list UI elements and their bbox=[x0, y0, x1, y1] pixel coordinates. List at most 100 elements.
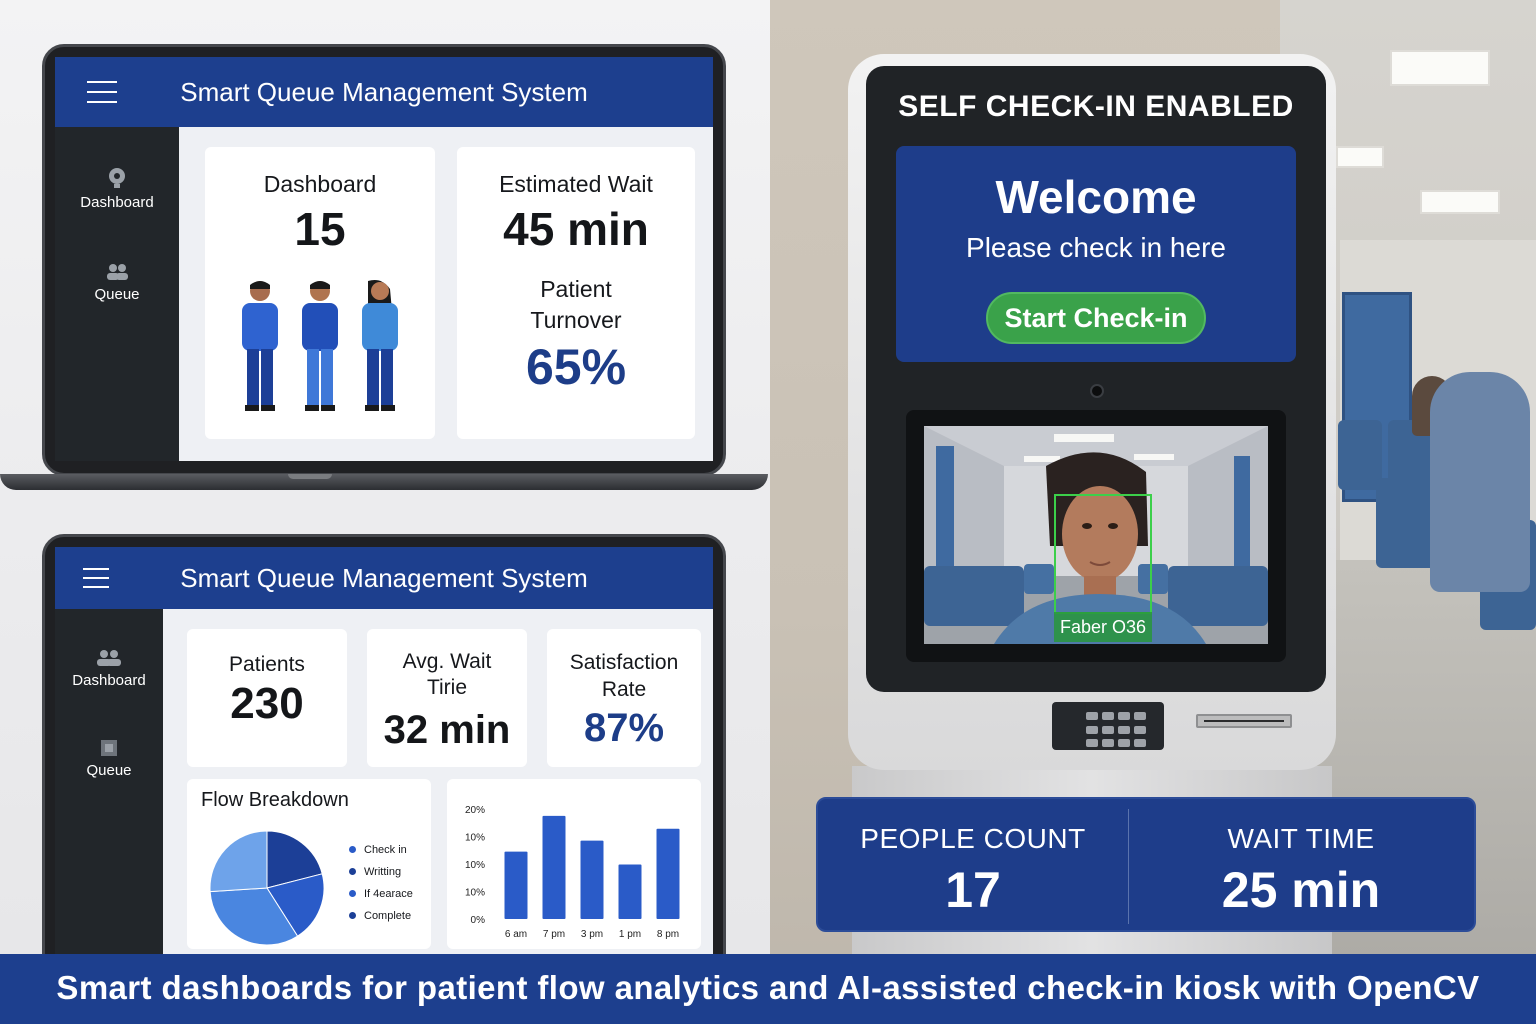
legend-item: Complete bbox=[349, 905, 413, 927]
estimated-wait-value: 45 min bbox=[503, 203, 649, 256]
avg-wait-kpi-card: Avg. Wait Tirie 32 min bbox=[367, 629, 527, 767]
dashboard-count-card: Dashboard 15 bbox=[205, 147, 435, 439]
card-label: Patient Turnover bbox=[530, 276, 622, 334]
box-icon bbox=[101, 740, 117, 756]
legend-dot bbox=[349, 890, 356, 897]
estimated-wait-card: Estimated Wait 45 min Patient Turnover 6… bbox=[457, 147, 695, 439]
welcome-subtitle: Please check in here bbox=[966, 232, 1226, 263]
wait-time-stat: WAIT TIME 25 min bbox=[1128, 799, 1474, 919]
seated-person bbox=[1430, 372, 1530, 592]
x-tick-label: 1 pm bbox=[619, 929, 641, 940]
kpi-value: 230 bbox=[230, 679, 304, 729]
top-laptop-screen: Smart Queue Management System Dashboard … bbox=[55, 57, 713, 461]
bar bbox=[618, 864, 642, 919]
top-app-title: Smart Queue Management System bbox=[180, 76, 588, 107]
legend-dot bbox=[349, 912, 356, 919]
person-figure bbox=[362, 280, 398, 411]
top-app-header: Smart Queue Management System bbox=[55, 57, 713, 127]
ceiling-light bbox=[1390, 50, 1490, 86]
people-count-label: PEOPLE COUNT bbox=[860, 823, 1086, 854]
face-id-label: Faber O36 bbox=[1054, 612, 1152, 642]
card-slot[interactable] bbox=[1196, 714, 1292, 728]
laptop-hinge bbox=[288, 474, 332, 479]
welcome-heading: Welcome bbox=[995, 171, 1197, 223]
start-checkin-button[interactable]: Start Check-in bbox=[986, 292, 1206, 344]
pie-legend: Check in Writting If 4earace Complete bbox=[349, 839, 413, 927]
stats-panel: PEOPLE COUNT 17 WAIT TIME 25 min bbox=[816, 797, 1476, 932]
bar bbox=[656, 828, 680, 919]
legend-item: If 4earace bbox=[349, 883, 413, 905]
bottom-app-header: Smart Queue Management System bbox=[55, 547, 713, 609]
card-label: Estimated Wait bbox=[499, 171, 653, 197]
camera-icon bbox=[109, 168, 125, 188]
top-sidebar-item-dashboard[interactable]: Dashboard bbox=[55, 167, 179, 211]
y-tick-label: 20% bbox=[465, 805, 485, 816]
sidebar-item-label: Queue bbox=[86, 762, 132, 779]
legend-dot bbox=[349, 868, 356, 875]
top-sidebar-item-queue[interactable]: Queue bbox=[55, 263, 179, 303]
bar bbox=[580, 840, 604, 919]
x-tick-label: 7 pm bbox=[543, 929, 565, 940]
people-icon bbox=[107, 264, 128, 280]
people-count-value: 17 bbox=[945, 862, 1001, 918]
hourly-bar-card: 20% 10% 10% 10% 0% 6 am 7 pm 3 pm 1 pm 8 pm bbox=[447, 779, 701, 949]
kpi-label: Avg. Wait Tirie bbox=[402, 650, 492, 700]
top-sidebar: Dashboard Queue bbox=[55, 127, 179, 461]
kpi-label: Satisfaction Rate bbox=[569, 651, 679, 702]
satisfaction-kpi-card: Satisfaction Rate 87% bbox=[547, 629, 701, 767]
ceiling-light bbox=[1420, 190, 1500, 214]
ceiling-light bbox=[1336, 146, 1384, 168]
legend-item: Check in bbox=[349, 839, 413, 861]
bar-chart: 20% 10% 10% 10% 0% 6 am 7 pm 3 pm 1 pm 8 pm bbox=[465, 805, 680, 940]
wait-time-label: WAIT TIME bbox=[1227, 823, 1375, 854]
legend-label: Check in bbox=[364, 844, 407, 856]
bottom-laptop: Smart Queue Management System Dashboard … bbox=[42, 534, 726, 1024]
x-tick-label: 3 pm bbox=[581, 929, 603, 940]
card-label: Dashboard bbox=[263, 171, 377, 197]
kiosk-title: SELF CHECK-IN ENABLED bbox=[898, 90, 1294, 123]
queue-count-value: 15 bbox=[294, 203, 346, 256]
kpi-value: 32 min bbox=[383, 707, 511, 752]
x-tick-label: 8 pm bbox=[657, 929, 679, 940]
waiting-chair bbox=[1338, 420, 1382, 490]
menu-icon[interactable] bbox=[87, 81, 117, 103]
queue-people-illustration bbox=[242, 280, 398, 411]
y-tick-label: 0% bbox=[471, 915, 486, 926]
y-tick-label: 10% bbox=[465, 833, 485, 844]
sidebar-item-label: Queue bbox=[94, 286, 140, 303]
bar bbox=[504, 851, 528, 919]
bottom-sidebar-item-queue[interactable]: Queue bbox=[55, 739, 163, 779]
patients-kpi-card: Patients 230 bbox=[187, 629, 347, 767]
caption-banner: Smart dashboards for patient flow analyt… bbox=[0, 954, 1536, 1024]
bottom-app-title: Smart Queue Management System bbox=[180, 562, 588, 593]
laptop-base bbox=[0, 474, 768, 490]
kpi-label: Patients bbox=[229, 653, 305, 676]
waiting-chair bbox=[1376, 478, 1436, 568]
person-figure bbox=[302, 281, 338, 411]
bottom-laptop-screen: Smart Queue Management System Dashboard … bbox=[55, 547, 713, 1024]
flow-breakdown-card: Flow Breakdown Check in Writting If 4ear… bbox=[187, 779, 431, 949]
menu-icon[interactable] bbox=[83, 568, 109, 588]
pie-slice bbox=[209, 830, 268, 893]
face-detection-box bbox=[1054, 494, 1152, 614]
turnover-value: 65% bbox=[525, 339, 627, 396]
wait-time-value: 25 min bbox=[1221, 862, 1381, 918]
y-tick-label: 10% bbox=[465, 888, 485, 899]
people-count-stat: PEOPLE COUNT 17 bbox=[818, 799, 1128, 919]
x-tick-label: 6 am bbox=[505, 929, 527, 940]
sidebar-item-label: Dashboard bbox=[80, 194, 154, 211]
person-figure bbox=[242, 281, 278, 411]
people-icon bbox=[97, 650, 121, 666]
legend-label: If 4earace bbox=[364, 888, 413, 900]
sidebar-item-label: Dashboard bbox=[72, 672, 146, 689]
legend-label: Complete bbox=[364, 910, 412, 922]
legend-item: Writting bbox=[349, 861, 413, 883]
keypad[interactable] bbox=[1052, 702, 1164, 750]
legend-dot bbox=[349, 846, 356, 853]
bar bbox=[542, 815, 566, 919]
legend-label: Writting bbox=[364, 866, 402, 878]
y-tick-label: 10% bbox=[465, 860, 485, 871]
welcome-panel: Welcome Please check in here Start Check… bbox=[896, 146, 1296, 362]
bottom-sidebar-item-dashboard[interactable]: Dashboard bbox=[55, 649, 163, 689]
webcam-icon bbox=[1090, 384, 1104, 398]
